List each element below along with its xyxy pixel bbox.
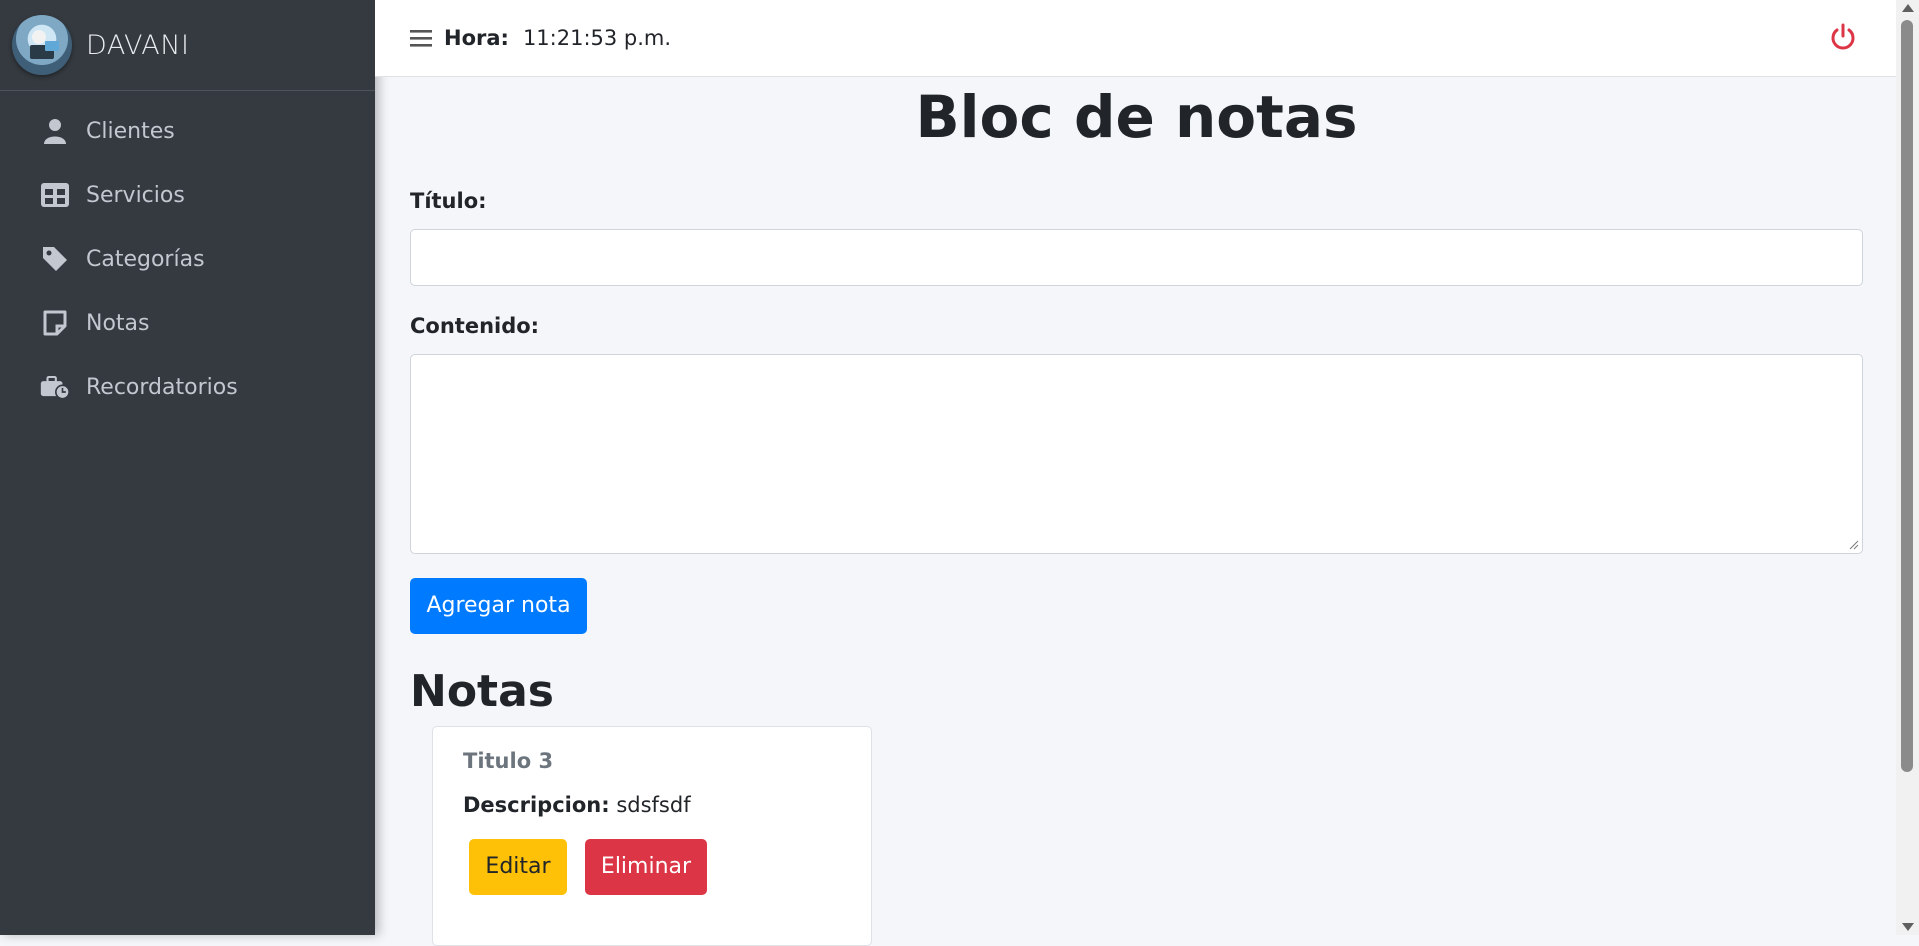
top-navbar: Hora: 11:21:53 p.m.: [375, 0, 1896, 77]
hamburger-menu-icon[interactable]: [410, 26, 434, 50]
briefcase-clock-icon: [40, 372, 70, 402]
sidebar-nav: Clientes Servicios Categorías Notas Reco…: [0, 91, 375, 419]
note-icon: [40, 308, 70, 338]
scroll-down-icon[interactable]: [1902, 923, 1914, 931]
contenido-label: Contenido:: [410, 313, 540, 338]
clock-label: Hora:: [444, 26, 509, 50]
add-note-button[interactable]: Agregar nota: [410, 577, 587, 634]
sidebar-item-label: Notas: [86, 310, 150, 336]
power-icon[interactable]: [1828, 22, 1858, 52]
resize-grip-icon[interactable]: [1849, 540, 1859, 550]
user-icon: [40, 116, 70, 146]
note-description-value: sdsfsdf: [616, 792, 691, 817]
sidebar-item-clientes[interactable]: Clientes: [0, 99, 375, 163]
notes-heading: Notas: [410, 665, 554, 717]
sidebar-item-recordatorios[interactable]: Recordatorios: [0, 355, 375, 419]
brand-name: DAVANI: [86, 29, 190, 61]
sidebar-item-label: Clientes: [86, 118, 175, 144]
sidebar-item-label: Recordatorios: [86, 374, 238, 400]
note-card: Titulo 3 Descripcion: sdsfsdf Editar Eli…: [432, 725, 872, 946]
titulo-label: Título:: [410, 188, 487, 213]
sidebar-item-notas[interactable]: Notas: [0, 291, 375, 355]
titulo-input[interactable]: [410, 228, 1863, 286]
scroll-thumb[interactable]: [1901, 20, 1913, 772]
note-description-label: Descripcion:: [463, 792, 610, 817]
brand[interactable]: DAVANI: [0, 0, 375, 91]
page-title: Bloc de notas: [915, 83, 1358, 151]
note-description: Descripcion: sdsfsdf: [463, 793, 841, 817]
note-title: Titulo 3: [463, 748, 554, 773]
clock-value: 11:21:53 p.m.: [522, 26, 672, 50]
sidebar-item-label: Categorías: [86, 246, 205, 272]
tag-icon: [40, 244, 70, 274]
vertical-scrollbar[interactable]: [1896, 0, 1919, 935]
edit-note-button[interactable]: Editar: [469, 838, 567, 895]
brand-logo: [12, 15, 72, 75]
scroll-up-icon[interactable]: [1902, 4, 1914, 12]
sidebar: DAVANI Clientes Servicios Categorías Not…: [0, 0, 375, 935]
sidebar-item-servicios[interactable]: Servicios: [0, 163, 375, 227]
delete-note-button[interactable]: Eliminar: [585, 838, 707, 895]
main-content: Bloc de notas Título: Contenido: Agregar…: [410, 77, 1863, 946]
table-icon: [40, 180, 70, 210]
contenido-textarea[interactable]: [410, 353, 1863, 554]
sidebar-item-categorias[interactable]: Categorías: [0, 227, 375, 291]
sidebar-item-label: Servicios: [86, 182, 185, 208]
note-actions: Editar Eliminar: [463, 838, 841, 895]
